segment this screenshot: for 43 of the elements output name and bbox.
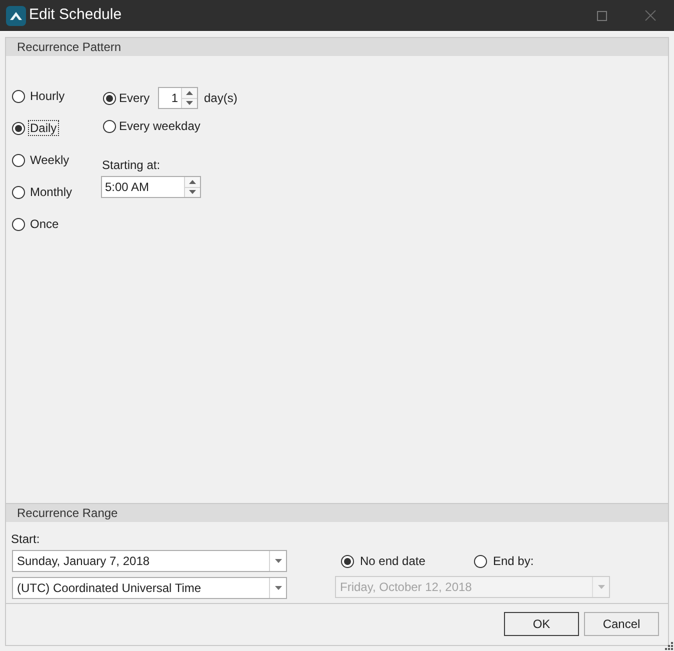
radio-label[interactable]: Weekly — [28, 152, 72, 168]
radio-icon[interactable] — [474, 554, 487, 568]
radio-label[interactable]: Every weekday — [119, 117, 200, 135]
radio-label[interactable]: End by: — [493, 552, 534, 570]
resize-grip-icon — [665, 642, 673, 650]
spin-up-button[interactable] — [185, 177, 200, 188]
radio-icon[interactable] — [12, 218, 25, 230]
radio-icon[interactable] — [12, 90, 25, 102]
radio-label[interactable]: Once — [28, 216, 61, 232]
radio-label[interactable]: Every — [119, 89, 150, 107]
radio-icon[interactable] — [103, 120, 116, 132]
interval-spinner[interactable]: 1 — [158, 87, 198, 109]
radio-label[interactable]: Daily — [28, 120, 59, 136]
unit-label: day(s) — [204, 90, 238, 107]
caret-down-icon — [189, 190, 196, 194]
radio-label[interactable]: No end date — [360, 552, 426, 570]
caret-down-icon — [274, 586, 282, 590]
radio-icon[interactable] — [12, 154, 25, 166]
field-label: Start: — [11, 532, 41, 547]
time-spinner[interactable]: 5:00 AM — [101, 176, 201, 198]
dialog-button[interactable]: Cancel — [584, 612, 659, 636]
maximize-icon — [597, 10, 607, 20]
time-zone-dropdown[interactable]: (UTC) Coordinated Universal Time — [12, 577, 287, 599]
section-header: Recurrence Range — [6, 504, 668, 522]
radio-icon[interactable] — [341, 554, 354, 568]
close-icon — [644, 10, 656, 21]
radio-icon[interactable] — [12, 122, 25, 134]
caret-down-icon — [186, 101, 193, 106]
caret-up-icon — [189, 180, 196, 184]
radio-label[interactable]: Monthly — [28, 184, 74, 200]
caret-down-icon — [274, 559, 282, 563]
field-label: Starting at: — [102, 157, 162, 173]
section-header: Recurrence Pattern — [6, 38, 668, 56]
caret-up-icon — [186, 90, 193, 95]
dialog-button[interactable]: OK — [504, 612, 579, 636]
radio-label[interactable]: Hourly — [28, 88, 67, 104]
caret-down-icon — [598, 585, 604, 589]
window-title: Edit Schedule — [29, 5, 122, 26]
radio-icon[interactable] — [103, 92, 116, 104]
spin-up-button[interactable] — [182, 88, 197, 98]
radio-icon[interactable] — [12, 186, 25, 198]
date-dropdown[interactable]: Sunday, January 7, 2018 — [12, 550, 287, 572]
app-logo-icon — [6, 6, 26, 26]
